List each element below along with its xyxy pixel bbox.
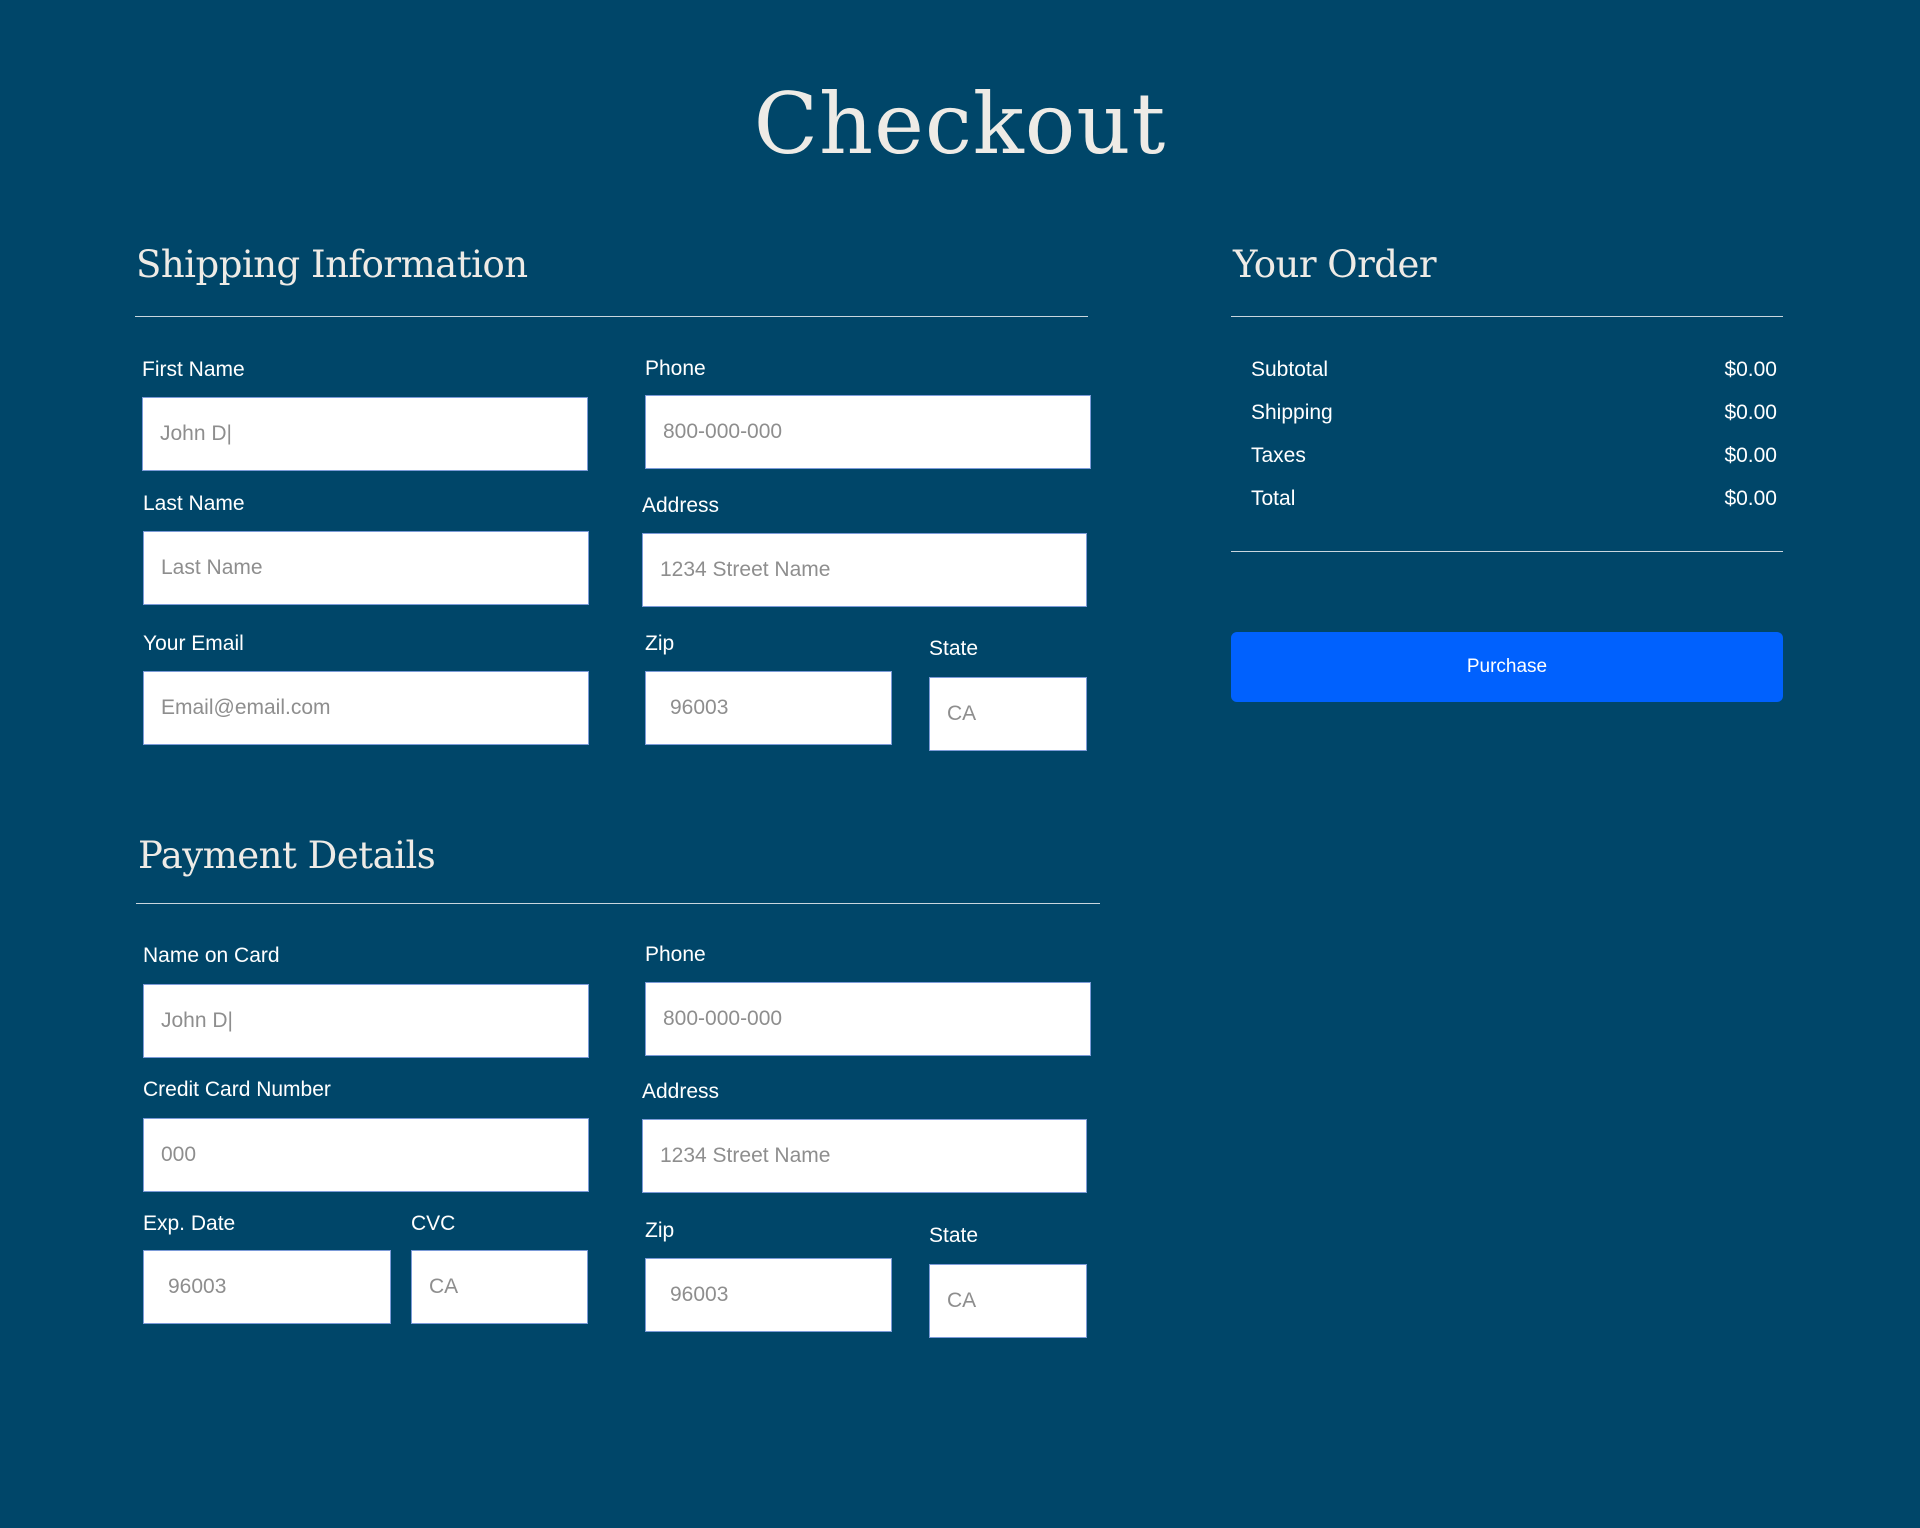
- payment-heading: Payment Details: [138, 834, 436, 877]
- payment-address-input[interactable]: [642, 1119, 1087, 1193]
- last-name-input[interactable]: [143, 531, 589, 605]
- summary-row-total: Total $0.00: [1251, 487, 1777, 511]
- shipping-zip-input[interactable]: [645, 671, 892, 745]
- summary-label: Subtotal: [1251, 358, 1329, 381]
- page-title: Checkout: [753, 75, 1167, 173]
- purchase-button[interactable]: Purchase: [1231, 632, 1783, 702]
- payment-state-label: State: [929, 1224, 979, 1247]
- shipping-state-input[interactable]: [929, 677, 1087, 751]
- order-bottom-divider: [1231, 551, 1783, 552]
- payment-divider: [136, 903, 1100, 904]
- summary-row-taxes: Taxes $0.00: [1251, 444, 1777, 468]
- first-name-input[interactable]: [142, 397, 588, 471]
- cvc-label: CVC: [411, 1212, 456, 1235]
- email-input[interactable]: [143, 671, 589, 745]
- order-top-divider: [1231, 316, 1783, 317]
- name-on-card-label: Name on Card: [143, 944, 280, 967]
- shipping-address-label: Address: [642, 494, 720, 517]
- order-heading: Your Order: [1233, 243, 1437, 286]
- summary-row-shipping: Shipping $0.00: [1251, 401, 1777, 425]
- first-name-label: First Name: [142, 358, 245, 381]
- shipping-phone-input[interactable]: [645, 395, 1091, 469]
- payment-phone-label: Phone: [645, 943, 706, 966]
- name-on-card-input[interactable]: [143, 984, 589, 1058]
- shipping-zip-label: Zip: [645, 632, 675, 655]
- payment-zip-input[interactable]: [645, 1258, 892, 1332]
- cvc-input[interactable]: [411, 1250, 588, 1324]
- shipping-phone-label: Phone: [645, 357, 706, 380]
- card-number-label: Credit Card Number: [143, 1078, 331, 1101]
- payment-zip-label: Zip: [645, 1219, 675, 1242]
- email-label: Your Email: [143, 632, 244, 655]
- summary-label: Total: [1251, 487, 1296, 510]
- shipping-divider: [135, 316, 1088, 317]
- payment-address-label: Address: [642, 1080, 720, 1103]
- summary-value: $0.00: [1724, 444, 1777, 467]
- summary-label: Shipping: [1251, 401, 1333, 424]
- summary-value: $0.00: [1724, 358, 1777, 381]
- summary-value: $0.00: [1724, 487, 1777, 510]
- payment-state-input[interactable]: [929, 1264, 1087, 1338]
- summary-label: Taxes: [1251, 444, 1306, 467]
- summary-row-subtotal: Subtotal $0.00: [1251, 358, 1777, 382]
- summary-value: $0.00: [1724, 401, 1777, 424]
- exp-date-label: Exp. Date: [143, 1212, 236, 1235]
- shipping-address-input[interactable]: [642, 533, 1087, 607]
- shipping-state-label: State: [929, 637, 979, 660]
- exp-date-input[interactable]: [143, 1250, 391, 1324]
- last-name-label: Last Name: [143, 492, 245, 515]
- card-number-input[interactable]: [143, 1118, 589, 1192]
- payment-phone-input[interactable]: [645, 982, 1091, 1056]
- shipping-heading: Shipping Information: [136, 243, 528, 286]
